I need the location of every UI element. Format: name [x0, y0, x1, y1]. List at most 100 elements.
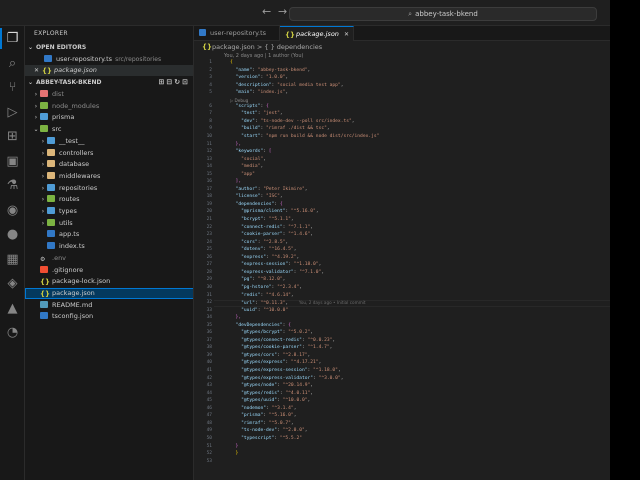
- code-line: "@types/uuid": "^10.0.0",: [230, 398, 310, 403]
- tree-folder[interactable]: › prisma: [25, 112, 193, 123]
- code-token: ,: [282, 277, 286, 283]
- code-token: "^0.0.23": [307, 337, 333, 343]
- tree-folder[interactable]: › controllers: [25, 148, 193, 159]
- command-center-search[interactable]: ⌕ abbey-task-bkend: [289, 7, 597, 21]
- line-number: 37: [206, 337, 212, 343]
- tree-file[interactable]: app.ts: [25, 229, 193, 240]
- git-graph-icon[interactable]: ◉: [4, 202, 21, 219]
- line-number: 16: [206, 179, 212, 185]
- typescript-file-icon: [47, 230, 55, 238]
- blame-header: You, 2 days ago | 1 author (You): [224, 53, 304, 59]
- line-number: 49: [206, 428, 212, 434]
- tree-folder[interactable]: › database: [25, 159, 193, 170]
- files-icon[interactable]: ❐: [0, 28, 21, 49]
- tree-file[interactable]: .gitignore: [25, 265, 193, 276]
- code-token: "^1.18.0": [313, 368, 338, 373]
- tree-folder[interactable]: › routes: [25, 194, 193, 205]
- tab-package-json[interactable]: {}package.json ✕: [280, 26, 354, 41]
- refresh-icon[interactable]: ↻: [174, 78, 182, 86]
- tree-item-label: tsconfig.json: [52, 312, 94, 321]
- code-token: "license": [235, 194, 261, 200]
- project-header[interactable]: ⌄ ABBEY-TASK-BKEND ⊞⊟↻⊡: [25, 77, 193, 88]
- timeline-icon[interactable]: ◔: [4, 324, 21, 341]
- code-token: "typescript": [241, 435, 275, 441]
- code-token: ,: [293, 247, 297, 253]
- breadcrumb-node[interactable]: { } dependencies: [264, 43, 322, 51]
- code-token: ,: [318, 262, 322, 268]
- code-token: ,: [293, 413, 297, 419]
- tab-user-repository[interactable]: user-repository.ts: [194, 26, 280, 41]
- open-editor-item-active[interactable]: ✕{} package.json: [25, 65, 193, 76]
- code-token: "1.0.0": [266, 75, 286, 81]
- code-token: "express-validator": [241, 269, 294, 275]
- tree-file[interactable]: {} package.json: [25, 287, 193, 299]
- code-token: "^3.0.0": [318, 375, 341, 381]
- code-token: "^2.8.5": [263, 239, 286, 245]
- extensions-icon[interactable]: ⊞: [4, 128, 21, 145]
- tree-folder[interactable]: › utils: [25, 218, 193, 229]
- tree-file[interactable]: index.ts: [25, 241, 193, 252]
- tree-folder[interactable]: › repositories: [25, 183, 193, 194]
- inline-blame: You, 2 days ago • Initial commit: [288, 300, 366, 306]
- tree-folder[interactable]: › node_modules: [25, 101, 193, 112]
- github-icon[interactable]: ●: [4, 226, 21, 243]
- tree-item-label: app.ts: [59, 230, 80, 239]
- close-icon[interactable]: ✕: [34, 65, 42, 76]
- open-editor-item[interactable]: user-repository.ts src/repositories: [25, 54, 193, 65]
- folder-icon: [47, 183, 55, 191]
- search-icon[interactable]: ⌕: [4, 55, 21, 72]
- docker-icon[interactable]: ▦: [4, 251, 21, 268]
- testing-icon[interactable]: ⚗: [4, 177, 21, 194]
- tree-file[interactable]: tsconfig.json: [25, 311, 193, 322]
- run-debug-icon[interactable]: ▷: [4, 104, 21, 121]
- code-token: "ts-node-dev": [241, 428, 278, 434]
- tree-item-label: README.md: [52, 300, 93, 309]
- code-line: "dev": "ts-node-dev --poll src/index.ts"…: [230, 119, 354, 124]
- deploy-icon[interactable]: ▲: [4, 300, 21, 317]
- code-line: "@types/cookie-parser": "^1.4.7",: [230, 345, 332, 350]
- code-token: }: [235, 443, 239, 449]
- code-token: "^0.11.3": [260, 301, 286, 307]
- tree-item-label: middlewares: [59, 171, 101, 180]
- tree-item-label: index.ts: [59, 242, 85, 251]
- chevron-right-icon: ›: [41, 219, 45, 227]
- folder-icon: [47, 171, 55, 179]
- tree-folder[interactable]: › types: [25, 206, 193, 217]
- line-number: 35: [206, 322, 212, 328]
- tree-folder[interactable]: › middlewares: [25, 171, 193, 182]
- code-line: "@types/redis": "^4.0.11",: [230, 391, 313, 396]
- source-control-icon[interactable]: ⑂: [4, 79, 21, 96]
- code-token: "dependencies": [235, 201, 275, 207]
- tree-file[interactable]: README.md: [25, 300, 193, 311]
- breadcrumb-file[interactable]: package.json: [212, 43, 255, 51]
- chevron-right-icon: ›: [41, 161, 45, 169]
- tree-folder[interactable]: › dist: [25, 89, 193, 100]
- tree-file[interactable]: ⚙ .env: [25, 253, 193, 264]
- open-editors-header[interactable]: ⌄ OPEN EDITORS: [25, 42, 193, 53]
- line-number: 18: [206, 194, 212, 200]
- chevron-right-icon: ›: [41, 137, 45, 145]
- code-token: ,: [299, 284, 302, 290]
- close-icon[interactable]: ✕: [344, 27, 349, 42]
- tree-file[interactable]: {} package-lock.json: [25, 276, 193, 287]
- debug-codelens[interactable]: ▷ Debug: [230, 98, 248, 103]
- forward-arrow-icon[interactable]: →: [278, 6, 287, 18]
- back-arrow-icon[interactable]: ←: [262, 6, 271, 18]
- code-line: "ts-node-dev": "^2.0.0",: [230, 428, 307, 434]
- line-number: 7: [209, 111, 212, 117]
- tree-folder[interactable]: › __test__: [25, 136, 193, 147]
- code-line: "main": "index.js",: [230, 90, 289, 95]
- line-number: 40: [206, 360, 212, 366]
- line-number: 41: [206, 368, 212, 373]
- code-token: "url": [241, 301, 255, 307]
- collapse-all-icon[interactable]: ⊡: [182, 78, 190, 86]
- live-share-icon[interactable]: ◈: [4, 275, 21, 292]
- open-editors-label: OPEN EDITORS: [36, 44, 87, 51]
- code-token: "^20.14.9": [282, 383, 311, 389]
- code-token: "test": [241, 111, 258, 117]
- line-number: 29: [206, 277, 212, 283]
- tree-folder[interactable]: ⌄ src: [25, 124, 193, 135]
- remote-explorer-icon[interactable]: ▣: [4, 153, 21, 170]
- code-line: "devDependencies": {: [230, 323, 291, 328]
- code-token: "social": [241, 156, 264, 162]
